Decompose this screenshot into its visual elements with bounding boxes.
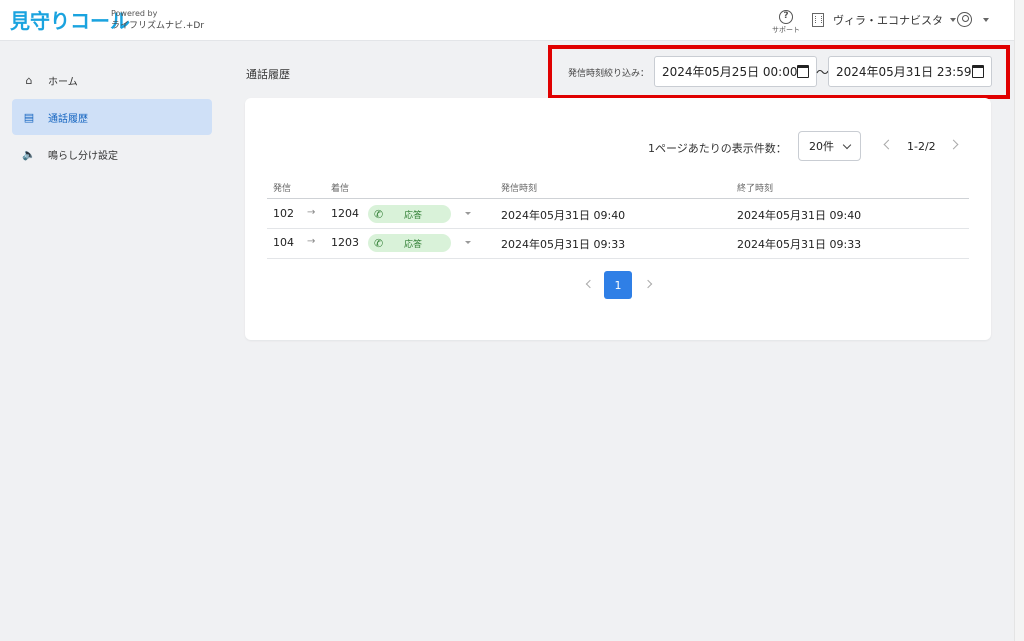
column-header-from: 発信 xyxy=(273,184,292,194)
document-icon: ▤ xyxy=(23,110,35,124)
sidebar-item-label: 通話履歴 xyxy=(48,113,88,125)
calendar-icon[interactable] xyxy=(797,65,809,78)
sidebar-item-home[interactable]: ⌂ ホーム xyxy=(12,62,212,98)
cell-end-time: 2024年05月31日 09:33 xyxy=(737,238,862,251)
sidebar-item-ring-settings[interactable]: 🔈 鳴らし分け設定 xyxy=(12,136,212,172)
powered-by-label: Powered by xyxy=(111,9,158,18)
sidebar-item-label: 鳴らし分け設定 xyxy=(48,150,118,162)
support-button[interactable]: ? サポート xyxy=(772,7,800,35)
per-page-select[interactable]: 20件 xyxy=(798,131,861,161)
column-header-to: 着信 xyxy=(331,184,350,194)
cell-to: 1204 xyxy=(331,207,359,220)
cell-from: 102 xyxy=(273,207,294,220)
page-title: 通話履歴 xyxy=(246,68,290,81)
per-page-label: 1ページあたりの表示件数： xyxy=(648,142,787,155)
user-avatar-icon xyxy=(957,12,972,27)
powered-by-product: ライフリズムナビ.+Dr xyxy=(111,21,205,31)
calendar-icon[interactable] xyxy=(972,65,984,78)
status-label: 応答 xyxy=(404,239,423,250)
app-header: 見守りコール Powered by ライフリズムナビ.+Dr ? サポート ヴィ… xyxy=(0,0,1024,41)
cell-start-time: 2024年05月31日 09:40 xyxy=(501,209,626,222)
end-date-input[interactable]: 2024年05月31日 23:59 xyxy=(828,56,992,87)
table-header-divider xyxy=(267,198,969,199)
user-menu[interactable] xyxy=(957,12,989,27)
support-label: サポート xyxy=(772,26,800,34)
start-date-value: 2024年05月25日 00:00 xyxy=(662,65,798,79)
cell-from: 104 xyxy=(273,236,294,249)
org-selector[interactable]: ヴィラ・エコナビスタ xyxy=(812,12,956,28)
cell-to: 1203 xyxy=(331,236,359,249)
status-badge: ✆ 応答 xyxy=(368,205,451,223)
filter-label: 発信時刻絞り込み： xyxy=(568,69,650,79)
org-name: ヴィラ・エコナビスタ xyxy=(833,14,943,27)
status-badge: ✆ 応答 xyxy=(368,234,451,252)
cell-end-time: 2024年05月31日 09:40 xyxy=(737,209,862,222)
status-label: 応答 xyxy=(404,210,423,221)
arrow-right-icon: → xyxy=(307,236,316,247)
caret-down-icon[interactable] xyxy=(465,241,471,244)
help-circle-icon: ? xyxy=(779,10,793,24)
row-divider xyxy=(267,228,969,229)
scrollbar[interactable] xyxy=(1014,0,1024,641)
row-divider xyxy=(267,258,969,259)
start-date-input[interactable]: 2024年05月25日 00:00 xyxy=(654,56,817,87)
home-icon: ⌂ xyxy=(25,73,33,87)
sidebar-item-call-history[interactable]: ▤ 通話履歴 xyxy=(12,99,212,135)
column-header-end-time: 終了時刻 xyxy=(737,184,774,194)
per-page-value: 20件 xyxy=(809,140,834,153)
sidebar: ⌂ ホーム ▤ 通話履歴 🔈 鳴らし分け設定 xyxy=(0,41,224,641)
caret-down-icon[interactable] xyxy=(465,212,471,215)
speaker-icon: 🔈 xyxy=(22,147,36,161)
building-icon xyxy=(812,13,824,27)
sidebar-item-label: ホーム xyxy=(48,76,78,88)
cell-start-time: 2024年05月31日 09:33 xyxy=(501,238,626,251)
caret-down-icon xyxy=(950,18,956,22)
pagination-range: 1-2/2 xyxy=(907,140,936,153)
caret-down-icon xyxy=(983,17,989,22)
page-button-current[interactable]: 1 xyxy=(604,271,632,299)
end-date-value: 2024年05月31日 23:59 xyxy=(836,65,972,79)
phone-answered-icon: ✆ xyxy=(374,207,384,221)
phone-answered-icon: ✆ xyxy=(374,236,384,250)
column-header-start-time: 発信時刻 xyxy=(501,184,538,194)
chevron-down-icon xyxy=(842,140,852,150)
arrow-right-icon: → xyxy=(307,207,316,218)
